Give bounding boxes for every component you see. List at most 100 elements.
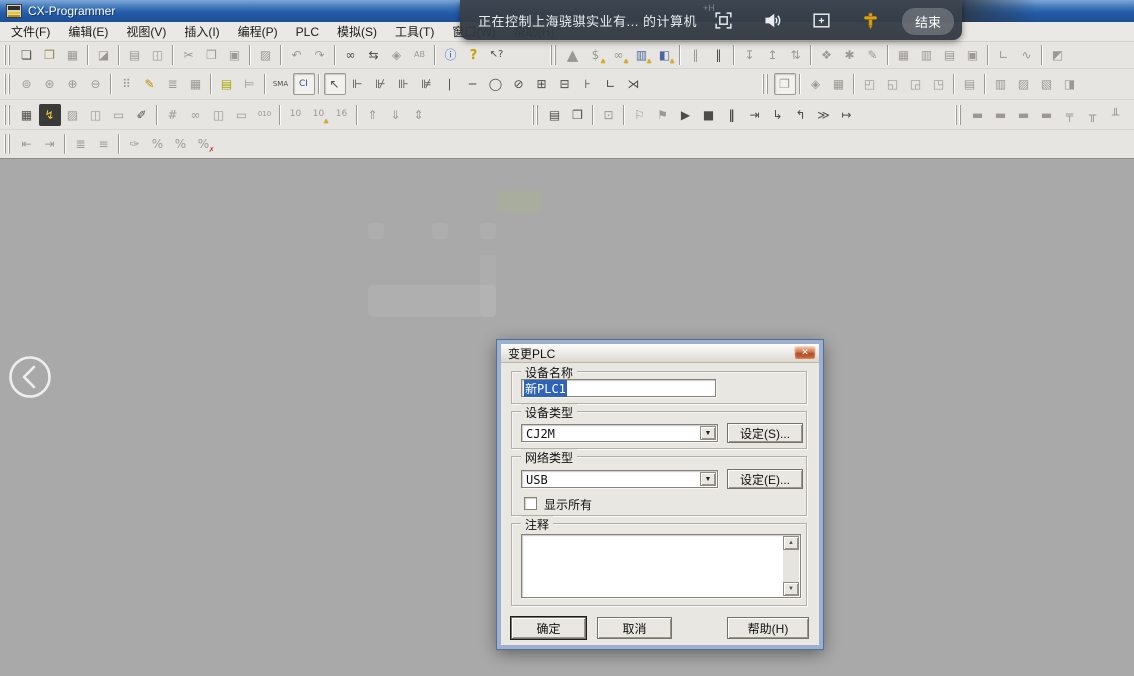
work-online-icon[interactable]: ▲ (562, 44, 584, 66)
replace-all-icon[interactable]: AB (409, 44, 431, 66)
volume-icon[interactable] (761, 9, 783, 31)
verify-plc-icon[interactable]: ▥▲ (631, 44, 653, 66)
coil-icon[interactable]: ◯ (485, 73, 507, 95)
network-t4-icon[interactable]: ╦ (1128, 104, 1134, 126)
window-select-icon[interactable] (810, 9, 832, 31)
cancel-button[interactable]: 取消 (597, 617, 672, 639)
fb-protect-icon[interactable]: ▦ (828, 73, 850, 95)
sim-run-icon[interactable]: ▶ (675, 104, 697, 126)
io-comment-icon[interactable]: ▭ (108, 104, 130, 126)
differential-monitor-icon[interactable]: # (162, 104, 184, 126)
watch-window-icon[interactable]: ▦ (16, 104, 38, 126)
find-icon[interactable]: ∞ (340, 44, 362, 66)
fullscreen-icon[interactable] (712, 9, 734, 31)
network-t3-icon[interactable]: ╨ (1105, 104, 1127, 126)
toolbar-grip[interactable] (4, 45, 12, 65)
transfer-from-plc-icon[interactable]: ↥ (762, 44, 784, 66)
menu-insert[interactable]: 插入(I) (175, 21, 228, 42)
ci-view-icon[interactable]: CI (293, 73, 315, 95)
pause-monitor-icon[interactable]: ‖ (685, 44, 707, 66)
chevron-down-icon[interactable]: ▼ (700, 472, 716, 486)
or-contact-open-icon[interactable]: ⊪ (393, 73, 415, 95)
step-trace-icon[interactable]: ∟ (993, 44, 1015, 66)
force-on-icon[interactable]: ⇑ (362, 104, 384, 126)
sim-run-to-end-icon[interactable]: ↦ (836, 104, 858, 126)
time-chart-icon[interactable]: ∿ (1016, 44, 1038, 66)
zoom-region-icon[interactable]: ⊛ (39, 73, 61, 95)
toolbar-grip[interactable] (4, 74, 12, 94)
delete-row-icon[interactable]: ◳ (928, 73, 950, 95)
mnemonic-view-icon[interactable]: ⊨ (239, 73, 261, 95)
pause-flag-icon[interactable]: ⚐ (629, 104, 651, 126)
binary-view-icon[interactable]: 010 (254, 104, 276, 126)
layer-settings-icon[interactable]: ◈ (805, 73, 827, 95)
toolbar-grip[interactable] (550, 45, 558, 65)
chevron-down-icon[interactable]: ▼ (700, 426, 716, 440)
menu-plc[interactable]: PLC (287, 23, 328, 41)
toolbar-grip[interactable] (955, 105, 963, 125)
ok-button[interactable]: 确定 (511, 617, 586, 639)
data-trace-icon[interactable]: ▣ (962, 44, 984, 66)
zoom-normal-icon[interactable]: ⊚ (16, 73, 38, 95)
info-icon[interactable]: ⓘ (440, 44, 462, 66)
force-off-icon[interactable]: ⇓ (385, 104, 407, 126)
transfer-to-plc-icon[interactable]: ↧ (739, 44, 761, 66)
help-button[interactable]: 帮助(H) (727, 617, 809, 639)
search-project-icon[interactable]: ◈ (386, 44, 408, 66)
output-window-icon[interactable]: ▭ (231, 104, 253, 126)
save-window-layout-icon[interactable]: ▤ (544, 104, 566, 126)
line-delete-icon[interactable]: ⋊ (623, 73, 645, 95)
end-session-button[interactable]: 结束 (902, 8, 954, 35)
context-help-icon[interactable]: ↖? (486, 44, 508, 66)
sim-step-in-icon[interactable]: ↳ (767, 104, 789, 126)
toolbar-grip[interactable] (532, 105, 540, 125)
simulator-settings-icon[interactable]: ⊡ (598, 104, 620, 126)
style-brush-icon[interactable]: ✑ (124, 133, 146, 155)
restore-window-layout-icon[interactable]: ❐ (567, 104, 589, 126)
menu-simulation[interactable]: 模拟(S) (328, 21, 386, 42)
plc-error-log-icon[interactable]: ↯ (39, 104, 61, 126)
online-edit-icon[interactable]: ✎ (862, 44, 884, 66)
undo-icon[interactable]: ↶ (286, 44, 308, 66)
compile-icon[interactable]: ❖ (816, 44, 838, 66)
indent-right-icon[interactable]: ⇥ (39, 133, 61, 155)
percent-2-icon[interactable]: % (170, 133, 192, 155)
network-type-settings-button[interactable]: 设定(E)... (727, 469, 803, 489)
monitor-view-3-icon[interactable]: ▧ (1036, 73, 1058, 95)
decimal-icon[interactable]: 10 (285, 104, 307, 126)
show-all-checkbox[interactable] (524, 497, 537, 510)
pause-flag-set-icon[interactable]: ⚑ (652, 104, 674, 126)
network-t1-icon[interactable]: ╤ (1059, 104, 1081, 126)
coil-closed-icon[interactable]: ⊘ (508, 73, 530, 95)
ladder-view-icon[interactable]: ▤ (216, 73, 238, 95)
monitor-view-1-icon[interactable]: ▥ (990, 73, 1012, 95)
force-cancel-icon[interactable]: ⇕ (408, 104, 430, 126)
device-name-input[interactable]: 新PLC1 (521, 379, 716, 397)
fb-list-icon[interactable]: ▤ (959, 73, 981, 95)
sma-table-icon[interactable]: SMA (270, 73, 292, 95)
grid-icon[interactable]: ⠿ (116, 73, 138, 95)
back-button[interactable] (8, 355, 52, 399)
monitor-icon[interactable]: $▲ (585, 44, 607, 66)
compile-all-icon[interactable]: ✱ (839, 44, 861, 66)
device-type-settings-button[interactable]: 设定(S)... (727, 423, 803, 443)
monitor-view-4-icon[interactable]: ◨ (1059, 73, 1081, 95)
cross-reference-icon[interactable]: ◫ (85, 104, 107, 126)
toolbar-grip[interactable] (4, 105, 12, 125)
menu-tools[interactable]: 工具(T) (386, 21, 443, 42)
insert-rung-below-icon[interactable]: ◱ (882, 73, 904, 95)
open-file-icon[interactable]: ❐ (39, 44, 61, 66)
cut-icon[interactable]: ✂ (178, 44, 200, 66)
signed-decimal-icon[interactable]: 10▲ (308, 104, 330, 126)
compare-with-plc-icon[interactable]: ⇅ (785, 44, 807, 66)
contact-open-icon[interactable]: ⊩ (347, 73, 369, 95)
select-tool-icon[interactable]: ↖ (324, 73, 346, 95)
percent-1-icon[interactable]: % (147, 133, 169, 155)
insert-rung-above-icon[interactable]: ◰ (859, 73, 881, 95)
toolbar-grip[interactable] (762, 74, 770, 94)
memory-card-4-icon[interactable]: ▬ (1036, 104, 1058, 126)
watch-sheet-icon[interactable]: ◫ (208, 104, 230, 126)
print-preview-icon[interactable]: ◫ (147, 44, 169, 66)
find-online-icon[interactable]: ∞▲ (608, 44, 630, 66)
insert-row-icon[interactable]: ◲ (905, 73, 927, 95)
